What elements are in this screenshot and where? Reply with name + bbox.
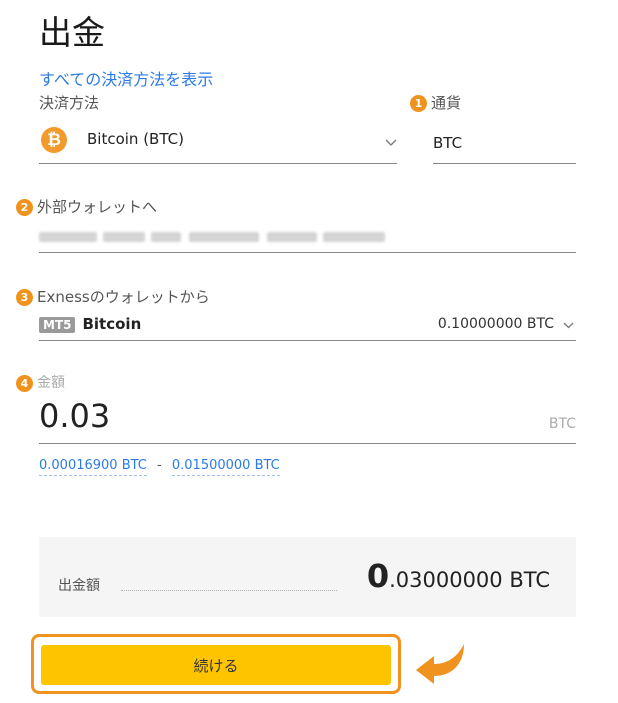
bitcoin-icon: ₿ (41, 127, 67, 153)
mt5-badge: MT5 (39, 317, 76, 333)
pointer-arrow-icon (416, 644, 464, 684)
account-row: MT5 Bitcoin (39, 315, 141, 333)
payment-method-select[interactable]: ₿ Bitcoin (BTC) (39, 121, 397, 164)
external-wallet-input[interactable] (39, 224, 576, 253)
continue-button[interactable]: 続ける (41, 645, 391, 685)
step-1-badge: 1 (410, 95, 427, 112)
amount-label-row: 4 金額 (16, 372, 65, 392)
continue-highlight: 続ける (31, 634, 401, 694)
min-amount-link[interactable]: 0.00016900 BTC (39, 458, 147, 476)
currency-label-row: 1 通貨 (410, 92, 461, 113)
currency-label: 通貨 (431, 94, 462, 112)
wallet-address-redacted (39, 232, 389, 244)
step-4-badge: 4 (16, 374, 33, 392)
summary-amount-frac: .03000000 BTC (389, 568, 550, 592)
account-name: Bitcoin (82, 315, 142, 333)
amount-limits: 0.00016900 BTC - 0.01500000 BTC (39, 458, 280, 476)
wallet-balance: 0.10000000 BTC (437, 316, 554, 332)
summary-dotted-leader (121, 590, 337, 591)
amount-label: 金額 (37, 375, 65, 391)
currency-value: BTC (433, 134, 463, 152)
external-wallet-label-row: 2 外部ウォレットへ (16, 196, 157, 217)
page-title: 出金 (39, 13, 105, 52)
max-amount-link[interactable]: 0.01500000 BTC (171, 458, 280, 476)
amount-input[interactable]: 0.03 BTC (39, 393, 576, 444)
step-2-badge: 2 (16, 199, 33, 216)
payment-method-value: Bitcoin (BTC) (87, 130, 184, 148)
from-wallet-label: Exnessのウォレットから (37, 288, 210, 306)
summary-label: 出金額 (58, 578, 100, 594)
summary-amount-int: 0 (366, 557, 390, 595)
amount-value: 0.03 (39, 397, 111, 435)
summary-amount: 0.03000000 BTC (367, 557, 550, 595)
from-wallet-select[interactable]: MT5 Bitcoin 0.10000000 BTC (39, 313, 576, 341)
currency-field[interactable]: BTC (433, 121, 576, 164)
show-all-methods-link[interactable]: すべての決済方法を表示 (39, 66, 213, 90)
amount-unit: BTC (548, 416, 576, 432)
limits-separator: - (157, 458, 162, 473)
step-3-badge: 3 (16, 289, 33, 306)
external-wallet-label: 外部ウォレットへ (37, 198, 158, 216)
payment-method-label: 決済方法 (39, 94, 100, 112)
withdrawal-summary: 出金額 0.03000000 BTC (39, 537, 576, 617)
chevron-down-icon (563, 322, 574, 329)
from-wallet-label-row: 3 Exnessのウォレットから (16, 286, 210, 307)
chevron-down-icon (385, 139, 397, 146)
